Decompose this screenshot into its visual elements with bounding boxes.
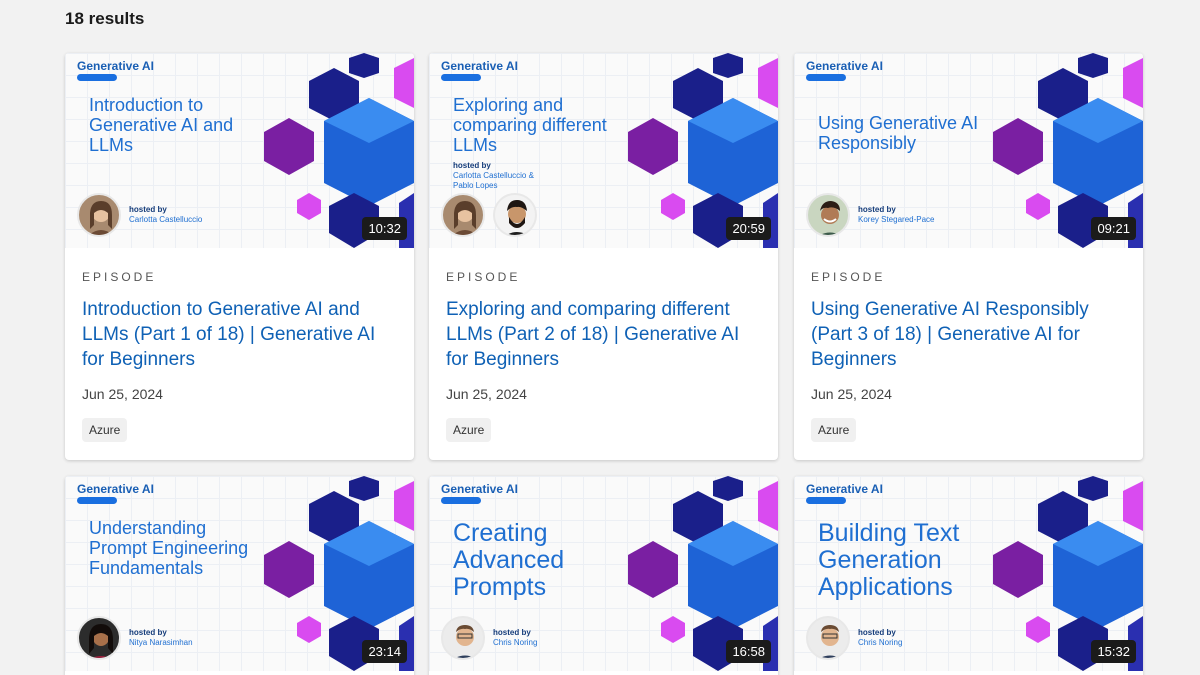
duration-badge: 15:32: [1091, 640, 1136, 663]
episode-thumbnail[interactable]: Generative AI Introduction to Generative…: [65, 53, 414, 248]
series-pill: [806, 74, 846, 81]
host-block: hosted by Chris Noring: [441, 616, 537, 660]
host-avatar: [441, 193, 485, 237]
episode-title-link[interactable]: Using Generative AI Responsibly (Part 3 …: [811, 297, 1131, 372]
host-name: Nitya Narasimhan: [129, 638, 193, 647]
duration-badge: 10:32: [362, 217, 407, 240]
product-tag[interactable]: Azure: [811, 418, 857, 442]
episode-card[interactable]: Generative AI Exploring and comparing di…: [429, 53, 778, 460]
thumbnail-title-line: Fundamentals: [89, 558, 204, 578]
thumbnail-title: Using Generative AI Responsibly: [818, 113, 978, 153]
episode-card[interactable]: Generative AI Introduction to Generative…: [65, 53, 414, 460]
hosted-by-label: hosted by: [129, 628, 167, 637]
series-pill: [77, 74, 117, 81]
host-text: hosted by Nitya Narasimhan: [129, 628, 193, 648]
episode-date: Jun 25, 2024: [446, 386, 527, 402]
episode-date: Jun 25, 2024: [811, 386, 892, 402]
episode-thumbnail[interactable]: Generative AI Creating Advanced Prompts …: [429, 476, 778, 671]
host-avatar: [493, 193, 537, 237]
duration-badge: 09:21: [1091, 217, 1136, 240]
episode-card[interactable]: Generative AI Creating Advanced Prompts …: [429, 476, 778, 675]
host-avatar: [806, 193, 850, 237]
host-text: hosted by Korey Stegared-Pace: [858, 205, 935, 225]
host-name: Chris Noring: [858, 638, 903, 647]
thumbnail-title: Building Text Generation Applications: [818, 520, 959, 601]
host-text: hosted by Carlotta Castelluccio: [129, 205, 202, 225]
thumbnail-title-line: Using Generative AI: [818, 113, 979, 133]
series-tag: Generative AI: [441, 482, 518, 496]
host-avatar: [77, 616, 121, 660]
episode-thumbnail[interactable]: Generative AI Building Text Generation A…: [794, 476, 1143, 671]
product-tag[interactable]: Azure: [446, 418, 492, 442]
host-name: Carlotta Castelluccio: [129, 215, 203, 224]
host-block: hosted by Chris Noring: [806, 616, 902, 660]
series-tag: Generative AI: [806, 59, 883, 73]
thumbnail-title-line: Responsibly: [818, 133, 917, 153]
thumbnail-title-line: Generative AI and: [89, 115, 234, 135]
duration-badge: 16:58: [726, 640, 771, 663]
host-name: Korey Stegared-Pace: [858, 215, 935, 224]
thumbnail-title-line: Understanding: [89, 518, 207, 538]
duration-badge: 20:59: [726, 217, 771, 240]
host-block: hosted by Carlotta Castelluccio: [77, 193, 202, 237]
thumbnail-title-line: Advanced: [453, 546, 565, 574]
episode-label: EPISODE: [82, 270, 157, 284]
hosted-by-label: hosted by: [858, 628, 896, 637]
host-name: Carlotta Castelluccio &: [453, 171, 534, 180]
thumbnail-title: Introduction to Generative AI and LLMs: [89, 95, 233, 155]
thumbnail-title-line: Introduction to: [89, 95, 204, 115]
episode-date: Jun 25, 2024: [82, 386, 163, 402]
thumbnail-title-line: Building Text: [818, 519, 960, 547]
episode-title-link[interactable]: Exploring and comparing different LLMs (…: [446, 297, 766, 372]
thumbnail-title-line: Exploring and: [453, 95, 564, 115]
hosted-by-label: hosted by: [858, 205, 896, 214]
host-text: hosted by Chris Noring: [493, 628, 537, 648]
thumbnail-title: Creating Advanced Prompts: [453, 520, 564, 601]
episode-thumbnail[interactable]: Generative AI Using Generative AI Respon…: [794, 53, 1143, 248]
thumbnail-title-line: Applications: [818, 573, 953, 601]
host-avatar: [806, 616, 850, 660]
episode-thumbnail[interactable]: Generative AI Exploring and comparing di…: [429, 53, 778, 248]
duration-badge: 23:14: [362, 640, 407, 663]
thumbnail-title: Exploring and comparing different LLMs: [453, 95, 607, 155]
series-pill: [77, 497, 117, 504]
thumbnail-title-line: Prompts: [453, 573, 547, 601]
host-block: hosted by Korey Stegared-Pace: [806, 193, 935, 237]
thumbnail-title-line: comparing different: [453, 115, 607, 135]
series-pill: [441, 497, 481, 504]
episode-card[interactable]: Generative AI Using Generative AI Respon…: [794, 53, 1143, 460]
product-tag[interactable]: Azure: [82, 418, 128, 442]
host-text: hosted by Carlotta Castelluccio & Pablo …: [453, 161, 534, 191]
thumbnail-title-line: Prompt Engineering: [89, 538, 249, 558]
thumbnail-title-line: Creating: [453, 519, 548, 547]
results-count: 18 results: [65, 9, 145, 28]
episode-title-link[interactable]: Introduction to Generative AI and LLMs (…: [82, 297, 402, 372]
thumbnail-title-line: LLMs: [89, 135, 134, 155]
series-tag: Generative AI: [806, 482, 883, 496]
thumbnail-title-line: LLMs: [453, 135, 498, 155]
episode-label: EPISODE: [446, 270, 521, 284]
series-tag: Generative AI: [77, 482, 154, 496]
thumbnail-title: Understanding Prompt Engineering Fundame…: [89, 518, 248, 578]
hosted-by-label: hosted by: [453, 161, 491, 170]
host-name: Chris Noring: [493, 638, 538, 647]
thumbnail-title-line: Generation: [818, 546, 942, 574]
series-tag: Generative AI: [77, 59, 154, 73]
host-avatar: [441, 616, 485, 660]
host-avatar: [77, 193, 121, 237]
host-block: [441, 193, 537, 237]
hosted-by-label: hosted by: [493, 628, 531, 637]
host-text: hosted by Chris Noring: [858, 628, 902, 648]
episode-thumbnail[interactable]: Generative AI Understanding Prompt Engin…: [65, 476, 414, 671]
episode-card[interactable]: Generative AI Understanding Prompt Engin…: [65, 476, 414, 675]
series-pill: [806, 497, 846, 504]
host-name: Pablo Lopes: [453, 181, 498, 190]
host-block: hosted by Nitya Narasimhan: [77, 616, 193, 660]
hosted-by-label: hosted by: [129, 205, 167, 214]
episode-label: EPISODE: [811, 270, 886, 284]
episode-card[interactable]: Generative AI Building Text Generation A…: [794, 476, 1143, 675]
series-tag: Generative AI: [441, 59, 518, 73]
series-pill: [441, 74, 481, 81]
